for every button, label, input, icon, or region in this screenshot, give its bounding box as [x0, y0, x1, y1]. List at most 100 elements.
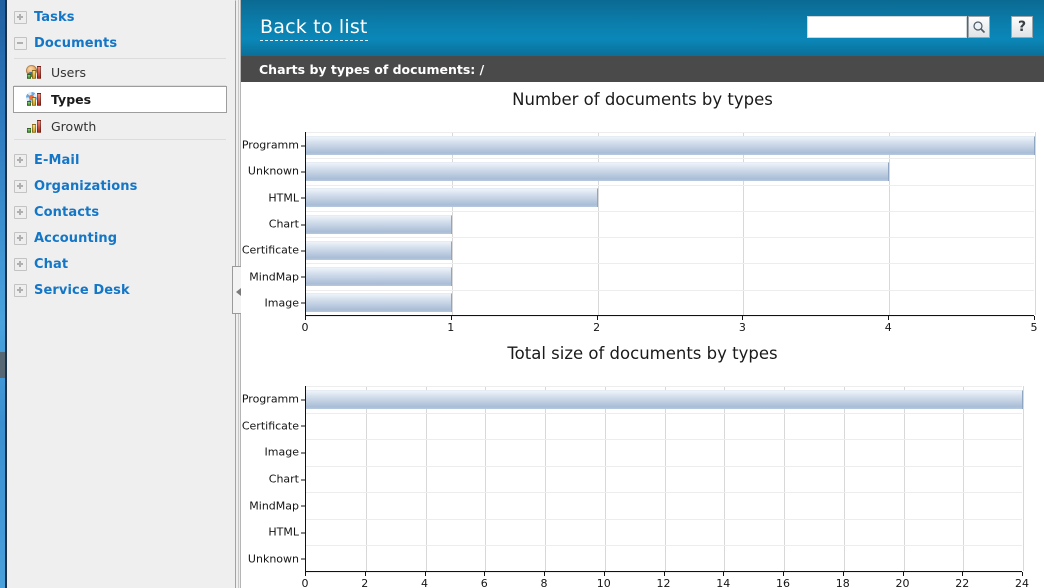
sidebar-item-types[interactable]: Types	[13, 86, 227, 113]
bar[interactable]	[306, 188, 598, 208]
grid-line-vertical	[485, 386, 487, 571]
plus-box-icon[interactable]	[14, 205, 27, 219]
plot-area-wrapper: Programm Certificate Image Chart MindMap HTML…	[241, 336, 1044, 588]
x-axis-tick	[842, 572, 844, 576]
bar[interactable]	[306, 161, 890, 181]
sidebar-group-organizations[interactable]: Organizations	[7, 173, 233, 199]
plus-box-icon[interactable]	[14, 257, 27, 271]
plus-box-icon[interactable]	[14, 10, 27, 24]
y-axis-tick-label: Image	[264, 296, 306, 310]
sidebar-group-documents[interactable]: Documents	[7, 30, 233, 56]
grid-line-vertical	[425, 386, 427, 571]
y-axis-tick-label: MindMap	[249, 499, 305, 513]
plus-box-icon[interactable]	[14, 231, 27, 245]
y-axis-tick-label: Programm	[241, 392, 306, 406]
grid-line-vertical	[743, 132, 745, 315]
x-axis-tick-label: 8	[540, 577, 548, 588]
breadcrumb-text: Charts by types of documents: /	[259, 61, 485, 77]
grid-line-horizontal	[306, 237, 1034, 239]
x-axis-tick	[603, 572, 605, 576]
x-axis-tick-label: 4	[421, 577, 428, 588]
grid-line-vertical	[889, 132, 891, 315]
bar[interactable]	[306, 240, 452, 260]
y-axis-tick-label: Chart	[268, 217, 306, 231]
x-axis-tick-label: 6	[480, 577, 488, 588]
grid-line-vertical	[604, 386, 606, 571]
x-axis-tick-label: 0	[301, 577, 309, 588]
plus-box-icon[interactable]	[14, 283, 27, 297]
sidebar-item-label: Growth	[51, 118, 97, 134]
minus-box-icon[interactable]	[14, 36, 27, 50]
sidebar-group-label: Organizations	[34, 178, 138, 194]
plus-box-icon[interactable]	[14, 179, 27, 193]
search-input[interactable]	[807, 16, 967, 38]
y-axis-tick-label: MindMap	[249, 270, 305, 284]
sidebar-item-users[interactable]: Users	[14, 59, 226, 86]
sidebar-group-tasks[interactable]: Tasks	[7, 4, 233, 30]
y-axis-tick-label: Certificate	[241, 419, 306, 433]
x-axis-tick-label: 10	[596, 577, 611, 588]
sidebar-group-contacts[interactable]: Contacts	[7, 199, 233, 225]
sidebar-group-label: Contacts	[34, 204, 100, 220]
y-axis-tick-label: Chart	[268, 472, 306, 486]
plus-box-icon[interactable]	[14, 153, 27, 167]
grid-line-horizontal	[306, 412, 1022, 414]
x-axis-tick-label: 2	[361, 577, 369, 588]
grid-line-vertical	[664, 386, 666, 571]
grid-line-horizontal	[306, 465, 1022, 467]
grid-line-horizontal	[306, 316, 1034, 317]
x-axis-tick-label: 14	[716, 577, 731, 588]
grid-line-horizontal	[306, 158, 1034, 160]
x-axis-tick	[1034, 316, 1035, 320]
x-axis-tick	[596, 316, 598, 320]
grid-line-horizontal	[306, 289, 1034, 291]
grid-line-vertical	[451, 132, 453, 315]
grid-line-vertical	[843, 386, 845, 571]
x-axis-tick-label: 22	[955, 577, 970, 588]
bar[interactable]	[306, 389, 1023, 409]
bar[interactable]	[306, 214, 452, 234]
sidebar-item-label: Users	[51, 64, 87, 80]
plot-area	[305, 132, 1036, 317]
x-axis-tick	[364, 572, 366, 576]
x-axis-tick-label: 1	[447, 321, 455, 334]
help-button[interactable]: ?	[1011, 16, 1033, 38]
y-axis-tick-label: Certificate	[241, 243, 306, 257]
y-axis-tick-label: HTML	[268, 191, 305, 205]
sidebar-item-growth[interactable]: Growth	[14, 113, 226, 140]
bar[interactable]	[306, 267, 452, 287]
search-button[interactable]	[968, 16, 990, 38]
magnifier-icon	[973, 21, 986, 34]
x-axis-tick	[484, 572, 486, 576]
x-axis-tick	[450, 316, 452, 320]
x-axis-tick-label: 24	[1015, 577, 1029, 588]
chart-1: Number of documents by types Programm Unkn…	[241, 82, 1044, 336]
grid-line-vertical	[724, 386, 726, 571]
breadcrumb: Charts by types of documents: /	[241, 56, 1044, 82]
x-axis-tick	[305, 572, 306, 576]
sidebar-group-accounting[interactable]: Accounting	[7, 225, 233, 251]
sidebar-group-label: Tasks	[34, 9, 75, 25]
x-axis-tick-label: 18	[835, 577, 850, 588]
grid-line-horizontal	[306, 132, 1034, 133]
back-to-list-link[interactable]: Back to list	[260, 16, 368, 41]
bar[interactable]	[306, 293, 452, 313]
sidebar-group-chat[interactable]: Chat	[7, 251, 233, 277]
x-axis-tick	[902, 572, 904, 576]
plot-area-wrapper: Programm Unknown HTML Chart Certificate MindM…	[241, 82, 1044, 346]
page-header: Back to list ?	[241, 0, 1044, 56]
grid-line-vertical	[784, 386, 785, 571]
grid-line-horizontal	[306, 439, 1022, 441]
x-axis-tick-label: 4	[884, 321, 892, 334]
bar[interactable]	[306, 135, 1035, 155]
y-axis-tick-label: Unknown	[247, 552, 306, 566]
x-axis-tick-label: 5	[1030, 321, 1038, 334]
sidebar-group-service-desk[interactable]: Service Desk	[7, 277, 233, 303]
grid-line-horizontal	[306, 263, 1034, 265]
x-axis-tick	[424, 572, 426, 576]
grid-line-vertical	[545, 386, 546, 571]
sidebar-group-e-mail[interactable]: E-Mail	[7, 147, 233, 173]
x-axis-tick-label: 20	[895, 577, 910, 588]
left-rail-grip[interactable]	[0, 352, 5, 378]
